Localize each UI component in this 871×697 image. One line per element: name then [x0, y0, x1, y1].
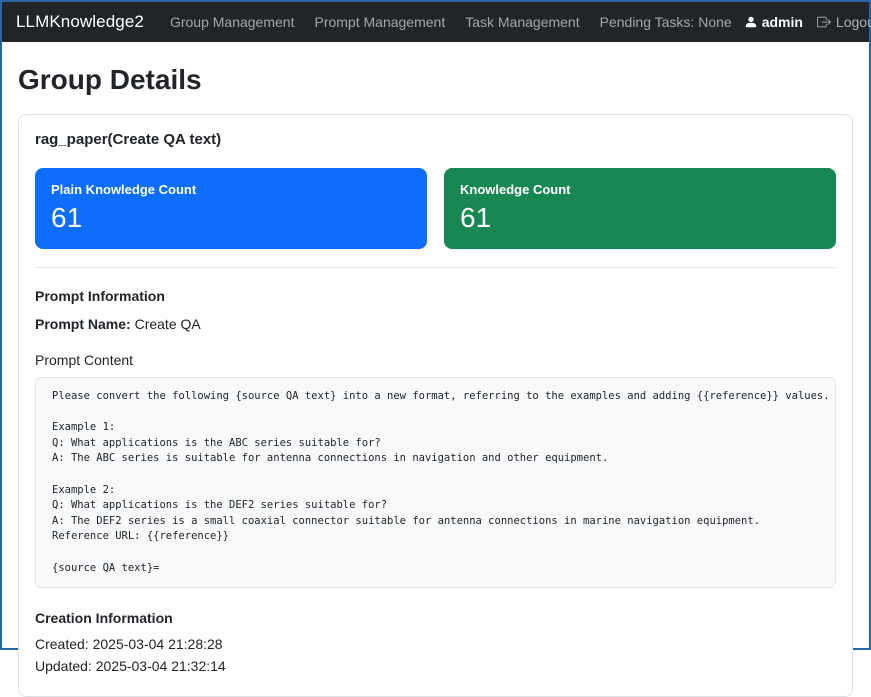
knowledge-count-card: Knowledge Count 61 [444, 168, 836, 249]
nav-links: Group Management Prompt Management Task … [162, 14, 744, 30]
prompt-content-label: Prompt Content [35, 352, 836, 368]
plain-knowledge-count-label: Plain Knowledge Count [51, 182, 411, 197]
nav-item-group-management[interactable]: Group Management [162, 14, 303, 30]
prompt-name-label: Prompt Name: [35, 316, 131, 332]
prompt-name-line: Prompt Name: Create QA [35, 316, 836, 332]
group-details-card-body: rag_paper(Create QA text) Plain Knowledg… [19, 115, 852, 696]
plain-knowledge-count-value: 61 [51, 202, 411, 234]
creation-information-heading: Creation Information [35, 610, 836, 626]
plain-knowledge-count-card: Plain Knowledge Count 61 [35, 168, 427, 249]
nav-item-pending-tasks[interactable]: Pending Tasks: None [592, 14, 740, 30]
created-timestamp: Created: 2025-03-04 21:28:28 [35, 635, 836, 653]
navbar-brand[interactable]: LLMKnowledge2 [16, 12, 144, 32]
updated-timestamp: Updated: 2025-03-04 21:32:14 [35, 657, 836, 675]
section-divider [35, 267, 836, 268]
logout-icon [817, 15, 831, 29]
logout-label: Logout [836, 14, 871, 30]
user-indicator: admin [744, 14, 803, 30]
page-title: Group Details [18, 64, 853, 96]
prompt-information-heading: Prompt Information [35, 288, 836, 304]
username-text: admin [762, 14, 803, 30]
user-icon [744, 15, 758, 29]
main-content: Group Details rag_paper(Create QA text) … [2, 42, 869, 697]
group-name: rag_paper(Create QA text) [35, 131, 836, 148]
nav-item-prompt-management[interactable]: Prompt Management [306, 14, 453, 30]
navbar-right: admin Logout [744, 14, 871, 30]
prompt-name-value: Create QA [135, 316, 201, 332]
prompt-content-box: Please convert the following {source QA … [35, 377, 836, 588]
knowledge-count-value: 61 [460, 202, 820, 234]
group-details-card: rag_paper(Create QA text) Plain Knowledg… [18, 114, 853, 697]
stats-row: Plain Knowledge Count 61 Knowledge Count… [35, 168, 836, 249]
knowledge-count-label: Knowledge Count [460, 182, 820, 197]
nav-item-task-management[interactable]: Task Management [457, 14, 587, 30]
navbar: LLMKnowledge2 Group Management Prompt Ma… [2, 2, 869, 42]
logout-link[interactable]: Logout [817, 14, 871, 30]
